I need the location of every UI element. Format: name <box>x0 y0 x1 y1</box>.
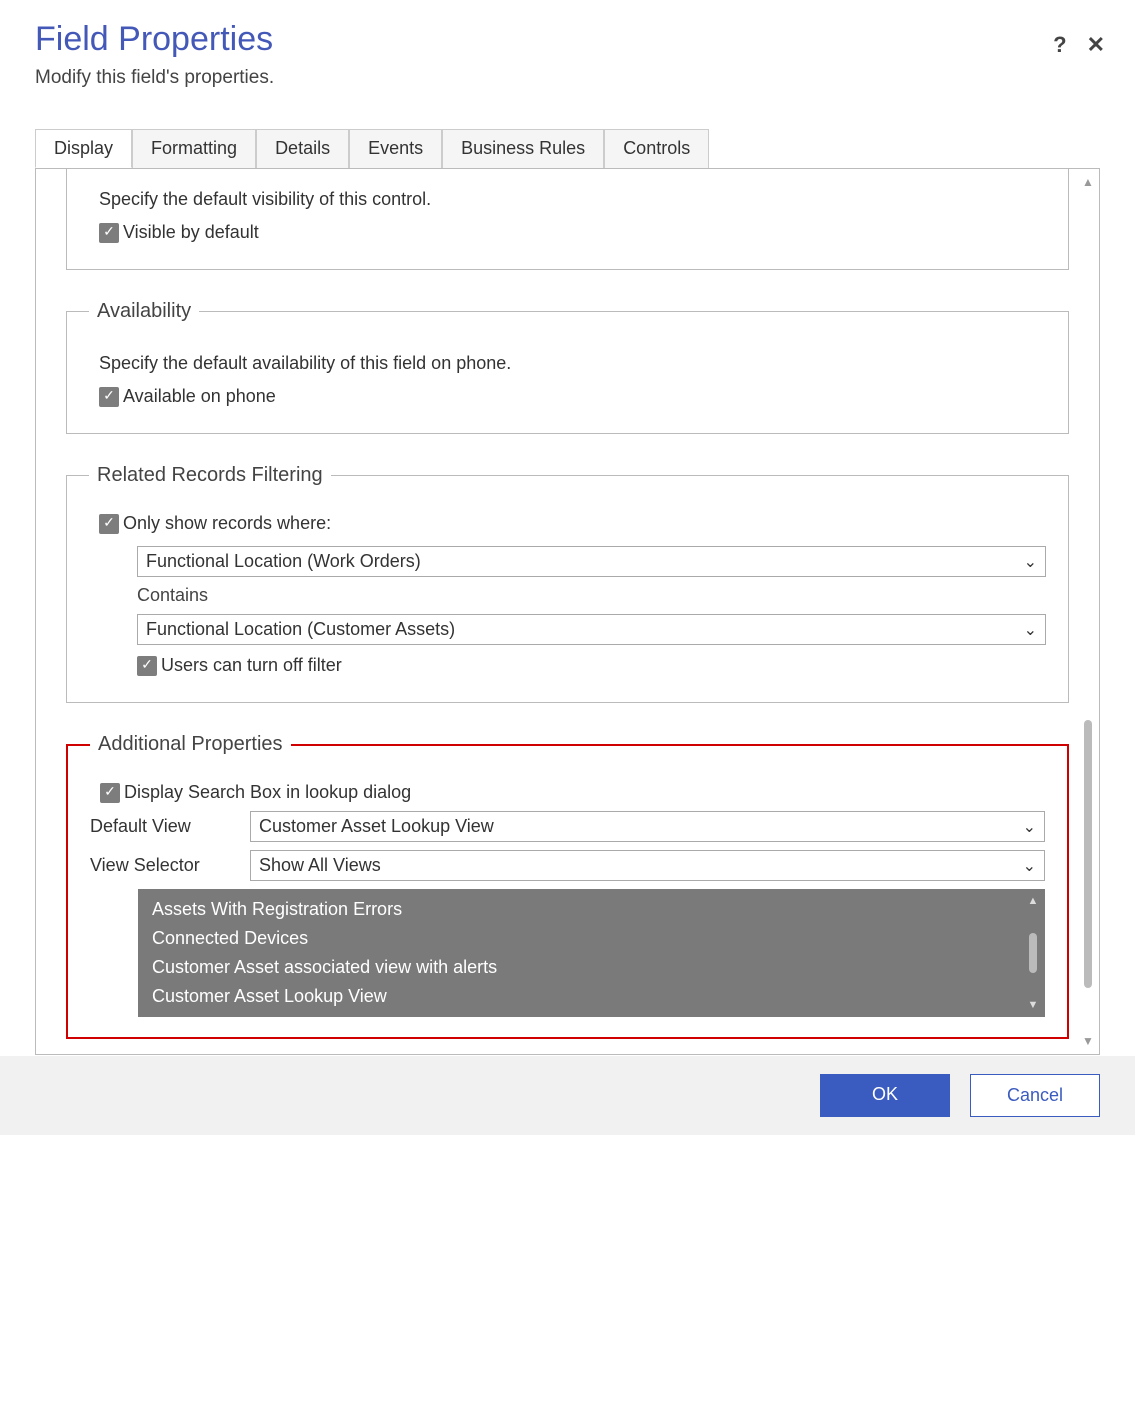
default-view-select[interactable]: Customer Asset Lookup View ⌄ <box>250 811 1045 842</box>
scroll-thumb[interactable] <box>1084 720 1092 988</box>
additional-properties-legend: Additional Properties <box>90 733 291 756</box>
display-search-box-checkbox[interactable] <box>100 783 120 803</box>
chevron-down-icon: ⌄ <box>1024 620 1037 640</box>
related-filtering-legend: Related Records Filtering <box>89 464 331 487</box>
tab-content: Specify the default visibility of this c… <box>35 168 1100 1055</box>
related-records-filtering-fieldset: Related Records Filtering Only show reco… <box>66 464 1069 703</box>
view-selector-label: View Selector <box>90 855 250 876</box>
views-listbox[interactable]: Assets With Registration Errors Connecte… <box>138 889 1045 1017</box>
list-item[interactable]: Connected Devices <box>138 924 1045 953</box>
view-selector-value: Show All Views <box>259 855 381 876</box>
dialog-subtitle: Modify this field's properties. <box>35 67 1100 89</box>
available-on-phone-label: Available on phone <box>123 386 276 407</box>
tab-details[interactable]: Details <box>256 129 349 168</box>
only-show-records-checkbox[interactable] <box>99 514 119 534</box>
list-item[interactable]: Customer Asset Lookup View <box>138 982 1045 1011</box>
visible-by-default-label: Visible by default <box>123 222 259 243</box>
available-on-phone-checkbox[interactable] <box>99 387 119 407</box>
dialog-header: Field Properties Modify this field's pro… <box>0 0 1135 89</box>
tabs-bar: Display Formatting Details Events Busine… <box>35 129 1135 169</box>
cancel-button[interactable]: Cancel <box>970 1074 1100 1117</box>
display-search-box-label: Display Search Box in lookup dialog <box>124 782 411 803</box>
contains-label: Contains <box>137 585 1046 606</box>
ok-button[interactable]: OK <box>820 1074 950 1117</box>
close-icon[interactable]: ✕ <box>1087 32 1105 58</box>
visibility-description: Specify the default visibility of this c… <box>99 189 1046 210</box>
scroll-track[interactable] <box>1084 193 1092 1030</box>
chevron-down-icon: ⌄ <box>1024 552 1037 572</box>
dialog-title: Field Properties <box>35 20 1100 59</box>
availability-legend: Availability <box>89 300 199 323</box>
visible-by-default-checkbox[interactable] <box>99 223 119 243</box>
scroll-down-icon[interactable]: ▼ <box>1082 1034 1094 1048</box>
view-selector-select[interactable]: Show All Views ⌄ <box>250 850 1045 881</box>
list-item[interactable]: Customer Asset associated view with aler… <box>138 953 1045 982</box>
scroll-down-icon[interactable]: ▼ <box>1028 999 1039 1011</box>
availability-description: Specify the default availability of this… <box>99 353 1046 374</box>
filter-child-select[interactable]: Functional Location (Customer Assets) ⌄ <box>137 614 1046 645</box>
help-icon[interactable]: ? <box>1053 32 1066 58</box>
content-scrollbar[interactable]: ▲ ▼ <box>1077 169 1099 1054</box>
dialog-footer: OK Cancel <box>0 1056 1135 1135</box>
list-item[interactable]: Assets With Registration Errors <box>138 895 1045 924</box>
chevron-down-icon: ⌄ <box>1023 817 1036 837</box>
filter-child-select-value: Functional Location (Customer Assets) <box>146 619 455 640</box>
chevron-down-icon: ⌄ <box>1023 856 1036 876</box>
scroll-up-icon[interactable]: ▲ <box>1028 895 1039 907</box>
listbox-scrollbar[interactable]: ▲ ▼ <box>1025 895 1041 1011</box>
default-view-label: Default View <box>90 816 250 837</box>
scroll-thumb[interactable] <box>1029 933 1037 973</box>
availability-fieldset: Availability Specify the default availab… <box>66 300 1069 434</box>
scroll-up-icon[interactable]: ▲ <box>1082 175 1094 189</box>
filter-parent-select-value: Functional Location (Work Orders) <box>146 551 421 572</box>
visibility-fieldset: Specify the default visibility of this c… <box>66 169 1069 270</box>
tab-controls[interactable]: Controls <box>604 129 709 168</box>
tab-formatting[interactable]: Formatting <box>132 129 256 168</box>
only-show-records-label: Only show records where: <box>123 513 331 534</box>
users-turn-off-filter-label: Users can turn off filter <box>161 655 342 676</box>
users-turn-off-filter-checkbox[interactable] <box>137 656 157 676</box>
filter-parent-select[interactable]: Functional Location (Work Orders) ⌄ <box>137 546 1046 577</box>
default-view-value: Customer Asset Lookup View <box>259 816 494 837</box>
tab-business-rules[interactable]: Business Rules <box>442 129 604 168</box>
tab-display[interactable]: Display <box>35 129 132 168</box>
tab-events[interactable]: Events <box>349 129 442 168</box>
additional-properties-fieldset: Additional Properties Display Search Box… <box>66 733 1069 1039</box>
